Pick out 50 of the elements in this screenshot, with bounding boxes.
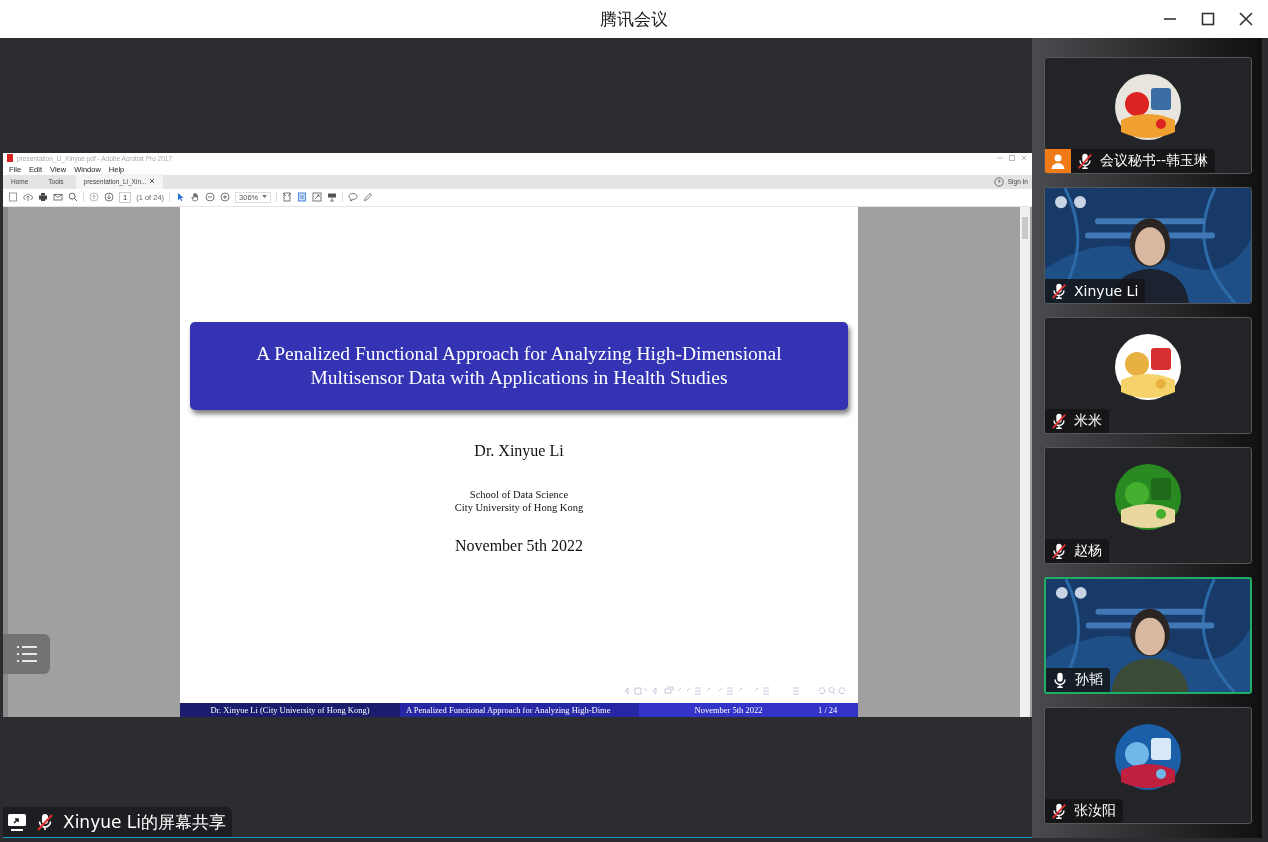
comment-icon[interactable] xyxy=(348,192,359,202)
footer-date: November 5th 2022 xyxy=(639,702,818,717)
participant-tile[interactable]: 米米 xyxy=(1044,317,1252,434)
zoom-out-icon[interactable] xyxy=(205,192,216,202)
person-icon xyxy=(1050,153,1066,169)
caret-icon xyxy=(262,195,268,199)
upload-icon[interactable] xyxy=(23,192,33,202)
mail-icon[interactable] xyxy=(53,192,63,202)
list-button[interactable] xyxy=(3,634,50,674)
save-icon[interactable] xyxy=(8,192,18,202)
help-icon[interactable] xyxy=(993,176,1004,187)
maximize-icon[interactable] xyxy=(1200,11,1216,27)
pdf-file-icon xyxy=(7,154,13,162)
down-arrow-icon[interactable] xyxy=(104,192,114,202)
print-icon[interactable] xyxy=(38,192,48,202)
hand-icon[interactable] xyxy=(190,192,201,202)
screen-share-icon xyxy=(7,812,27,832)
window-title: 腾讯会议 xyxy=(600,7,668,31)
participant-tile[interactable]: 张汝阳 xyxy=(1044,707,1252,824)
pen-icon[interactable] xyxy=(363,192,374,202)
participant-name: Xinyue Li xyxy=(1074,283,1139,299)
page-counter: 1 / 24 xyxy=(818,702,858,717)
close-icon[interactable] xyxy=(1238,11,1254,27)
participant-tile[interactable]: Xinyue Li xyxy=(1044,187,1252,304)
list-icon xyxy=(15,645,38,663)
affiliation-line: School of Data Science xyxy=(469,487,569,501)
zoom-in-icon[interactable] xyxy=(220,192,231,202)
close-icon[interactable] xyxy=(149,178,156,184)
cursor-icon[interactable] xyxy=(175,192,186,202)
participant-tile[interactable]: 孙韬 xyxy=(1044,577,1252,694)
footer-title: A Penalized Functional Approach for Analyzing High-Dime xyxy=(400,702,639,717)
participant-name: 会议秘书--韩玉琳 xyxy=(1100,152,1209,170)
footer-author: Dr. Xinyue Li (City University of Hong Kong) xyxy=(180,702,400,717)
participant-tile[interactable]: 赵杨 xyxy=(1044,447,1252,564)
fit-page-icon[interactable] xyxy=(282,192,293,202)
participant-name: 赵杨 xyxy=(1074,542,1102,560)
participant-tile[interactable]: 会议秘书--韩玉琳 xyxy=(1044,57,1252,174)
slide-author: Dr. Xinyue Li xyxy=(474,441,564,460)
search-icon[interactable] xyxy=(68,192,78,202)
presentation-icon[interactable] xyxy=(327,192,338,202)
scrollbar[interactable] xyxy=(1020,206,1030,717)
slide-date: November 5th 2022 xyxy=(455,536,583,555)
participant-name: 孙韬 xyxy=(1075,671,1103,689)
slide-title: A Penalized Functional Approach for Analyzing High-Dimensional Multisensor Data with Applications in Health Studies xyxy=(190,321,848,410)
sharer-name: Xinyue Li的屏幕共享 xyxy=(63,810,227,834)
document-icon[interactable] xyxy=(297,192,308,202)
participant-name: 米米 xyxy=(1074,412,1102,430)
full-screen-icon[interactable] xyxy=(312,192,323,202)
affiliation-line: City University of Hong Kong xyxy=(454,500,584,514)
participant-name: 张汝阳 xyxy=(1074,802,1116,820)
